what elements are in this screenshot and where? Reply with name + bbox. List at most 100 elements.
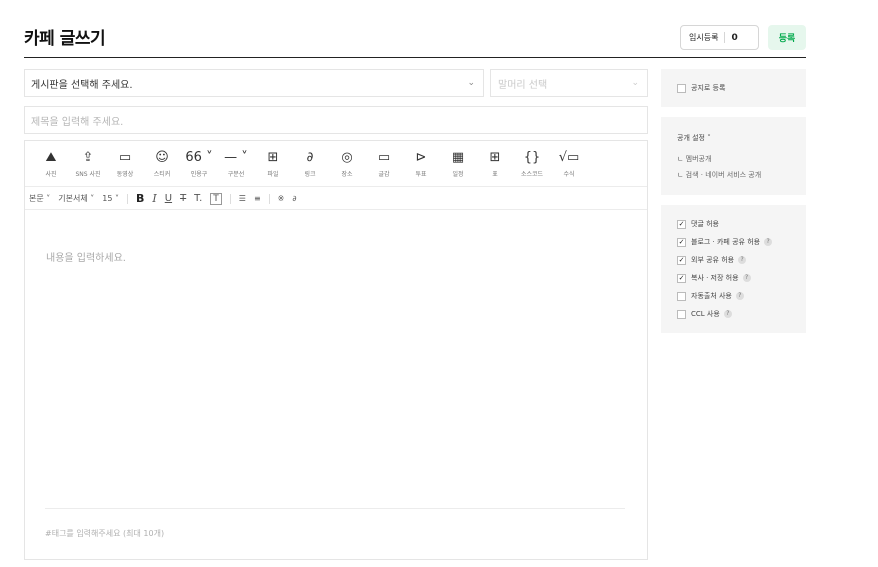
insert-vote-button[interactable]: ⊳ 투표 (401, 149, 441, 178)
help-icon[interactable]: ? (764, 238, 773, 246)
line-height-button[interactable]: ≡ (254, 194, 261, 203)
option-row[interactable]: CCL 사용? (677, 309, 732, 319)
insert-place-button[interactable]: ◎ 장소 (327, 149, 367, 178)
option-checkbox-checked[interactable]: ✓ (677, 255, 686, 265)
insert-tool-label: 구분선 (227, 171, 245, 178)
insert-source-code-button[interactable]: {} 소스코드 (512, 149, 552, 178)
help-icon[interactable]: ? (742, 274, 751, 282)
source-code-icon: {} (523, 150, 541, 165)
editor: ⛰ 사진 ⇪ SNS 사진 ▭ 동영상 ☺ 스티커 66 ˅ 인용구 — ˅ 구분선 ⊞ 파일 ∂ 링크 ◎ 장소… (24, 140, 648, 560)
insert-tool-label: 표 (492, 171, 498, 178)
header-prefix-select[interactable]: 말머리 선택 ⌄ (490, 69, 648, 97)
help-icon[interactable]: ? (735, 292, 744, 300)
bold-button[interactable]: B (136, 192, 144, 205)
help-icon[interactable]: ? (723, 310, 732, 318)
option-label: 자동출처 사용 (691, 292, 732, 300)
insert-table-button[interactable]: ⊞ 표 (475, 149, 515, 178)
insert-video-button[interactable]: ▭ 동영상 (105, 149, 145, 178)
option-checkbox[interactable] (677, 291, 686, 301)
header-divider (24, 57, 806, 58)
temp-save-button[interactable]: 임시등록 0 (680, 25, 759, 50)
option-row[interactable]: ✓ 댓글 허용 (677, 219, 719, 229)
background-color-button[interactable]: T (210, 192, 222, 205)
option-row[interactable]: ✓ 외부 공유 허용? (677, 255, 747, 265)
insert-divider-button[interactable]: — ˅ 구분선 (216, 149, 256, 178)
insert-material-button[interactable]: ▭ 글감 (364, 149, 404, 178)
help-icon[interactable]: ? (738, 256, 747, 264)
insert-tool-label: 사진 (45, 171, 57, 178)
temp-save-label: 임시등록 (689, 33, 719, 42)
insert-tool-label: SNS 사진 (75, 171, 101, 178)
align-button[interactable]: ☰ (239, 194, 246, 203)
place-icon: ◎ (341, 150, 353, 165)
insert-tool-label: 인용구 (190, 171, 208, 178)
option-row[interactable]: ✓ 블로그 · 카페 공유 허용? (677, 237, 773, 247)
insert-tool-label: 수식 (563, 171, 575, 178)
insert-formula-button[interactable]: √▭ 수식 (549, 149, 589, 178)
content-area-placeholder[interactable]: 내용을 입력하세요. (46, 249, 126, 264)
tag-input[interactable]: #태그를 입력해주세요 (최대 10개) (45, 528, 164, 539)
strikethrough-button[interactable]: T (180, 193, 186, 204)
option-checkbox-checked[interactable]: ✓ (677, 219, 686, 229)
toolbar-separator (126, 193, 128, 204)
board-select-placeholder: 게시판을 선택해 주세요. (31, 79, 133, 91)
option-row[interactable]: ✓ 복사 · 저장 허용? (677, 273, 751, 283)
notice-checkbox[interactable] (677, 83, 686, 93)
option-row[interactable]: 자동출처 사용? (677, 291, 744, 301)
insert-tool-label: 일정 (452, 171, 464, 178)
file-icon: ⊞ (267, 150, 279, 165)
header-select-placeholder: 말머리 선택 (498, 79, 548, 91)
insert-sticker-button[interactable]: ☺ 스티커 (142, 149, 182, 178)
toolbar-separator (268, 193, 270, 204)
insert-photo-button[interactable]: ⛰ 사진 (31, 149, 71, 178)
schedule-icon: ▦ (451, 150, 465, 165)
public-settings-toggle[interactable]: 공개 설정 ˅ (677, 133, 711, 143)
insert-tool-label: 동영상 (116, 171, 134, 178)
toolbar-separator (229, 193, 231, 204)
format-toolbar: 본문 ˅ 기본서체 ˅ 15 ˅ B I U T T. T ☰ ≡ ※ ∂ (25, 188, 647, 210)
title-input-placeholder: 제목을 입력해 주세요. (31, 116, 124, 128)
option-checkbox[interactable] (677, 309, 686, 319)
insert-file-button[interactable]: ⊞ 파일 (253, 149, 293, 178)
notice-checkbox-row[interactable]: 공지로 등록 (677, 83, 725, 93)
register-button[interactable]: 등록 (768, 25, 806, 50)
vote-icon: ⊳ (415, 150, 427, 165)
insert-quote-button[interactable]: 66 ˅ 인용구 (179, 149, 219, 178)
option-checkbox-checked[interactable]: ✓ (677, 273, 686, 283)
insert-schedule-button[interactable]: ▦ 일정 (438, 149, 478, 178)
sns-photo-icon: ⇪ (82, 150, 94, 165)
sticker-icon: ☺ (155, 150, 169, 165)
underline-button[interactable]: U (165, 193, 172, 204)
link-icon: ∂ (306, 150, 314, 165)
option-label: 외부 공유 허용 (691, 256, 735, 264)
notice-panel: 공지로 등록 (661, 69, 806, 107)
material-icon: ▭ (377, 150, 391, 165)
insert-tool-label: 장소 (341, 171, 353, 178)
insert-toolbar: ⛰ 사진 ⇪ SNS 사진 ▭ 동영상 ☺ 스티커 66 ˅ 인용구 — ˅ 구분선 ⊞ 파일 ∂ 링크 ◎ 장소… (25, 141, 647, 187)
chevron-down-icon: ⌄ (467, 78, 475, 88)
font-family-select[interactable]: 기본서체 ˅ (58, 193, 94, 204)
public-item: ㄴ 멤버공개 (677, 155, 712, 163)
title-input[interactable]: 제목을 입력해 주세요. (24, 106, 648, 134)
text-color-button[interactable]: T. (194, 193, 202, 204)
insert-link-button[interactable]: ∂ 링크 (290, 149, 330, 178)
insert-tool-label: 링크 (304, 171, 316, 178)
notice-label: 공지로 등록 (691, 84, 726, 92)
page-title: 카페 글쓰기 (24, 29, 106, 49)
tag-divider (45, 508, 625, 509)
italic-button[interactable]: I (152, 192, 156, 205)
public-settings-panel: 공개 설정 ˅ ㄴ 멤버공개 ㄴ 검색 · 네이버 서비스 공개 (661, 117, 806, 195)
link-button[interactable]: ∂ (292, 194, 296, 203)
divider-icon: — ˅ (224, 150, 248, 165)
insert-tool-label: 소스코드 (520, 171, 544, 178)
temp-save-divider (724, 32, 726, 43)
insert-tool-label: 스티커 (153, 171, 171, 178)
board-select[interactable]: 게시판을 선택해 주세요. ⌄ (24, 69, 484, 97)
paragraph-style-select[interactable]: 본문 ˅ (29, 193, 50, 204)
insert-tool-label: 글감 (378, 171, 390, 178)
special-char-button[interactable]: ※ (278, 194, 285, 203)
insert-sns-photo-button[interactable]: ⇪ SNS 사진 (68, 149, 108, 178)
temp-save-count: 0 (731, 32, 738, 43)
option-checkbox-checked[interactable]: ✓ (677, 237, 686, 247)
font-size-select[interactable]: 15 ˅ (102, 194, 119, 203)
